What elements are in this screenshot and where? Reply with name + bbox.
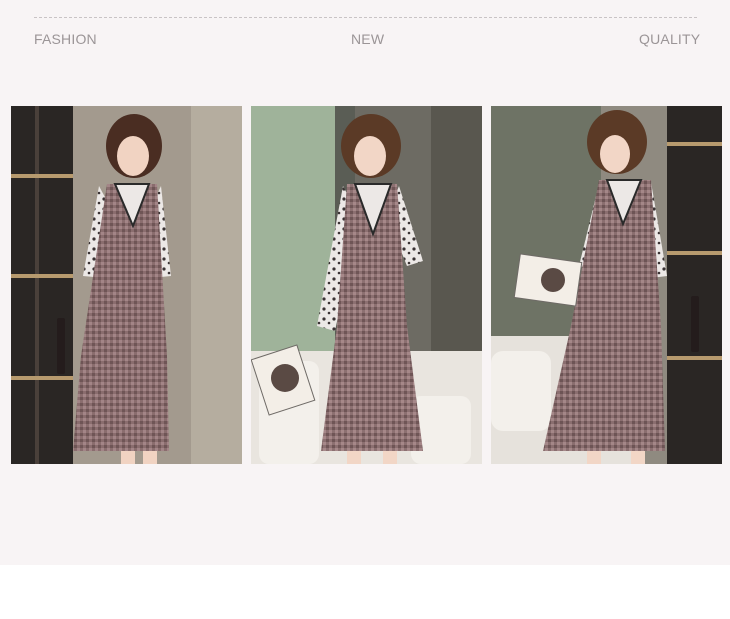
model-photo-1 xyxy=(11,106,242,464)
new-label: NEW xyxy=(351,31,385,47)
model-photo-2 xyxy=(251,106,482,464)
model-photo-3 xyxy=(491,106,722,464)
fashion-label: FASHION xyxy=(34,31,97,47)
quality-label: QUALITY xyxy=(639,31,701,47)
dashed-divider xyxy=(34,17,697,18)
product-banner: FASHION NEW QUALITY xyxy=(0,0,730,565)
